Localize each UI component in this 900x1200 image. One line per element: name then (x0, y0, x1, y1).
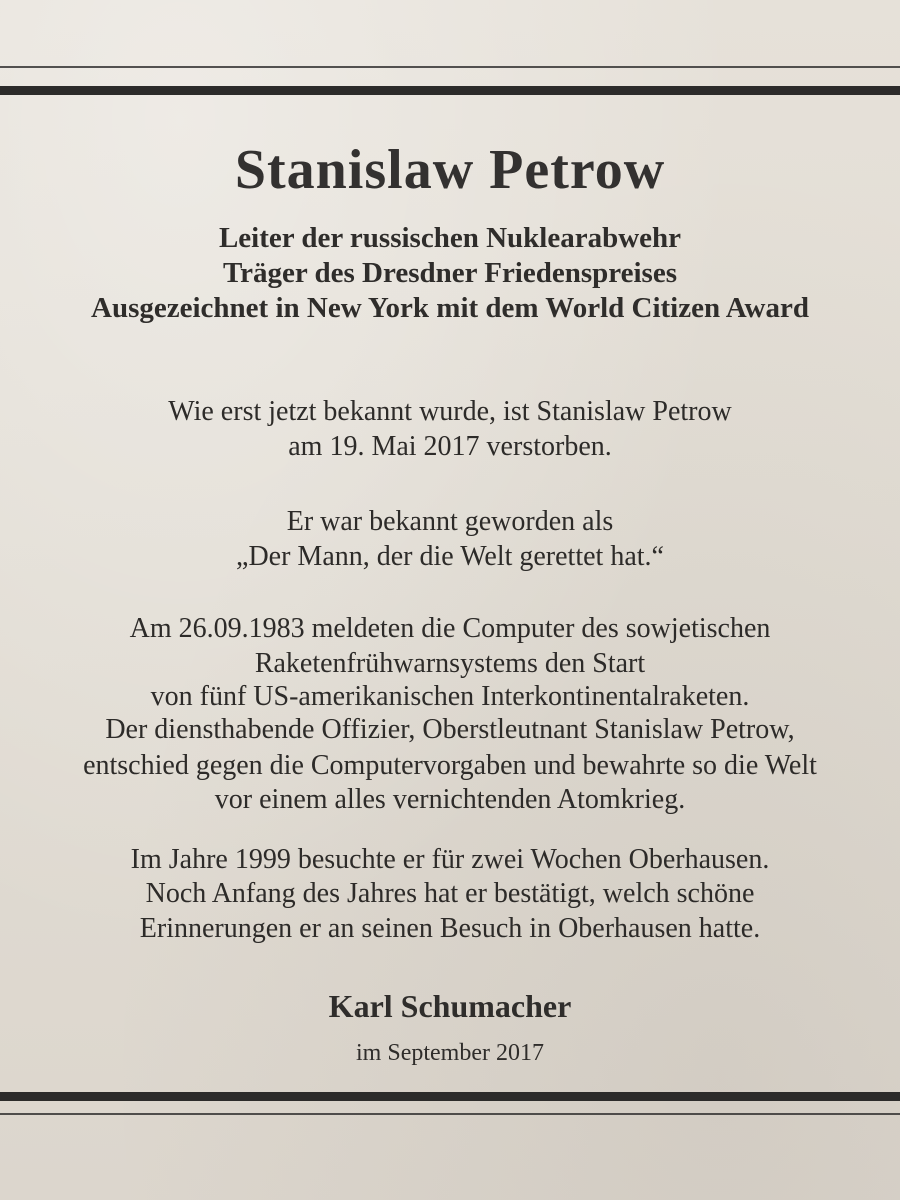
paragraph-3-line-1: Am 26.09.1983 meldeten die Computer des … (129, 613, 771, 644)
deceased-name: Stanislaw Petrow (234, 139, 666, 201)
paragraph-3-line-5: entschied gegen die Computervorgaben und… (83, 750, 817, 781)
subtitle-line-2: Träger des Dresdner Friedenspreises (222, 257, 678, 289)
obituary-notice: Stanislaw Petrow Leiter der russischen N… (0, 0, 900, 1200)
signature-name: Karl Schumacher (328, 988, 572, 1024)
paragraph-3-line-3: von fünf US-amerikanischen Interkontinen… (150, 681, 750, 712)
paragraph-3-line-2: Raketenfrühwarnsystems den Start (254, 648, 646, 679)
paragraph-3-line-4: Der diensthabende Offizier, Oberstleutna… (105, 714, 795, 745)
paragraph-1-line-2: am 19. Mai 2017 verstorben. (288, 431, 612, 462)
paragraph-2-line-1: Er war bekannt geworden als (286, 506, 614, 537)
paragraph-4-line-1: Im Jahre 1999 besuchte er für zwei Woche… (130, 844, 770, 875)
subtitle-line-1: Leiter der russischen Nuklearabwehr (218, 222, 682, 254)
paragraph-2-line-2: „Der Mann, der die Welt gerettet hat.“ (236, 541, 664, 572)
paragraph-4-line-2: Noch Anfang des Jahres hat er bestätigt,… (145, 878, 755, 909)
paragraph-1-line-1: Wie erst jetzt bekannt wurde, ist Stanis… (168, 396, 732, 427)
paragraph-4-line-3: Erinnerungen er an seinen Besuch in Ober… (139, 913, 761, 944)
paragraph-3-line-6: vor einem alles vernichtenden Atomkrieg. (214, 784, 686, 815)
subtitle-line-3: Ausgezeichnet in New York mit dem World … (91, 292, 809, 324)
signature-date: im September 2017 (356, 1040, 544, 1066)
